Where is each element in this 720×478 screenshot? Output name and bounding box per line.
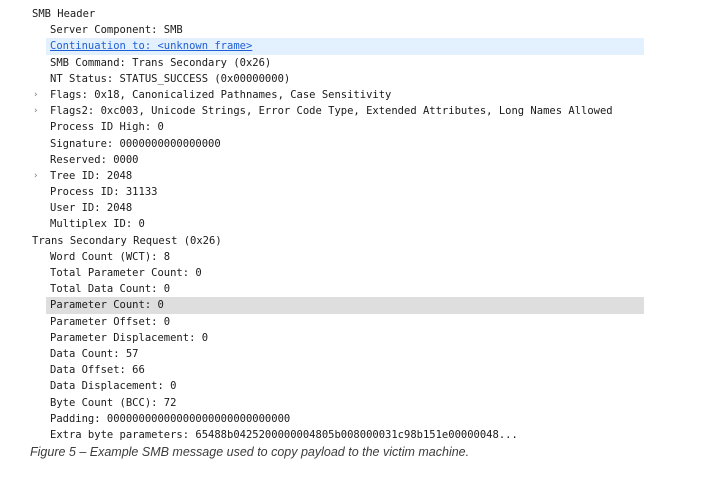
tree-row-label: Byte Count (BCC): 72 (50, 396, 177, 409)
tree-row-label: Total Data Count: 0 (50, 283, 171, 296)
tree-row-label: Total Parameter Count: 0 (50, 267, 202, 279)
chevron-right-icon[interactable]: › (33, 87, 38, 103)
tree-row-label: Data Offset: 66 (50, 364, 145, 377)
tree-row-process-id[interactable]: Process ID: 31133 (0, 184, 720, 200)
tree-row-reserved[interactable]: Reserved: 0000 (0, 152, 720, 168)
chevron-right-icon[interactable]: › (33, 103, 38, 119)
tree-row-word-count-wct[interactable]: Word Count (WCT): 8 (0, 249, 720, 265)
tree-row-label: Word Count (WCT): 8 (50, 250, 171, 263)
tree-row-nt-status[interactable]: NT Status: STATUS_SUCCESS (0x00000000) (0, 71, 720, 87)
tree-row-label: Data Displacement: 0 (50, 380, 177, 393)
tree-row-label: Reserved: 0000 (50, 153, 139, 166)
tree-row-label: SMB Command: Trans Secondary (0x26) (50, 56, 272, 69)
tree-row-label: Parameter Offset: 0 (50, 315, 171, 328)
tree-row-label: Data Count: 57 (50, 347, 139, 360)
tree-row-label: Multiplex ID: 0 (50, 218, 145, 231)
tree-row-label: Parameter Displacement: 0 (50, 331, 209, 344)
tree-row-process-id-high[interactable]: Process ID High: 0 (0, 119, 720, 135)
tree-row-multiplex-id[interactable]: Multiplex ID: 0 (0, 216, 720, 232)
tree-row-continuation-to[interactable]: Continuation to: <unknown frame> (0, 38, 720, 55)
tree-row-label: Signature: 0000000000000000 (50, 137, 221, 150)
tree-section-trans-secondary-request-0x26[interactable]: Trans Secondary Request (0x26) (0, 233, 720, 249)
tree-row-user-id[interactable]: User ID: 2048 (0, 200, 720, 216)
row-highlight (46, 200, 644, 216)
tree-row-signature[interactable]: Signature: 0000000000000000 (0, 136, 720, 152)
tree-row-label: Padding: 00000000000000000000000000000 (50, 412, 291, 425)
tree-row-extra-byte-parameters[interactable]: Extra byte parameters: 65488b04252000000… (0, 427, 720, 443)
tree-row-data-displacement[interactable]: Data Displacement: 0 (0, 378, 720, 394)
tree-row-data-offset[interactable]: Data Offset: 66 (0, 362, 720, 378)
tree-row-label: Trans Secondary Request (0x26) (32, 234, 222, 247)
tree-row-total-parameter-count[interactable]: Total Parameter Count: 0 (0, 265, 720, 281)
tree-row-smb-command[interactable]: SMB Command: Trans Secondary (0x26) (0, 55, 720, 71)
tree-row-tree-id[interactable]: › Tree ID: 2048 (0, 168, 720, 184)
tree-row-label: Tree ID: 2048 (50, 169, 133, 182)
tree-row-label: Parameter Count: 0 (50, 299, 164, 312)
tree-row-label: Process ID: 31133 (50, 186, 158, 199)
tree-row-label: SMB Header (32, 8, 96, 20)
tree-row-parameter-displacement[interactable]: Parameter Displacement: 0 (0, 330, 720, 346)
tree-row-label: User ID: 2048 (50, 202, 133, 215)
tree-row-total-data-count[interactable]: Total Data Count: 0 (0, 281, 720, 297)
tree-section-smb-header[interactable]: SMB Header (0, 6, 720, 22)
tree-row-label: Server Component: SMB (50, 24, 183, 37)
tree-row-label: Extra byte parameters: 65488b04252000000… (50, 428, 518, 441)
continuation-link[interactable]: Continuation to: <unknown frame> (50, 40, 252, 52)
figure-caption: Figure 5 – Example SMB message used to c… (30, 445, 470, 459)
tree-row-byte-count-bcc[interactable]: Byte Count (BCC): 72 (0, 395, 720, 411)
tree-row-parameter-count[interactable]: Parameter Count: 0 (0, 297, 720, 314)
tree-row-label: Flags2: 0xc003, Unicode Strings, Error C… (50, 105, 613, 118)
tree-row-parameter-offset[interactable]: Parameter Offset: 0 (0, 314, 720, 330)
tree-row-label: NT Status: STATUS_SUCCESS (0x00000000) (50, 72, 291, 85)
tree-row-server-component[interactable]: Server Component: SMB (0, 22, 720, 38)
tree-row-padding[interactable]: Padding: 00000000000000000000000000000 (0, 411, 720, 427)
tree-row-label: Flags: 0x18, Canonicalized Pathnames, Ca… (50, 88, 392, 101)
tree-row-flags[interactable]: › Flags: 0x18, Canonicalized Pathnames, C… (0, 87, 720, 103)
tree-row-data-count[interactable]: Data Count: 57 (0, 346, 720, 362)
row-highlight (46, 6, 644, 22)
tree-row-flags2[interactable]: › Flags2: 0xc003, Unicode Strings, Error … (0, 103, 720, 119)
row-highlight (46, 168, 644, 184)
packet-details-tree: SMB Header Server Component: SMB Continuat… (0, 6, 720, 443)
tree-row-label: Process ID High: 0 (50, 121, 164, 134)
chevron-right-icon[interactable]: › (33, 168, 38, 184)
